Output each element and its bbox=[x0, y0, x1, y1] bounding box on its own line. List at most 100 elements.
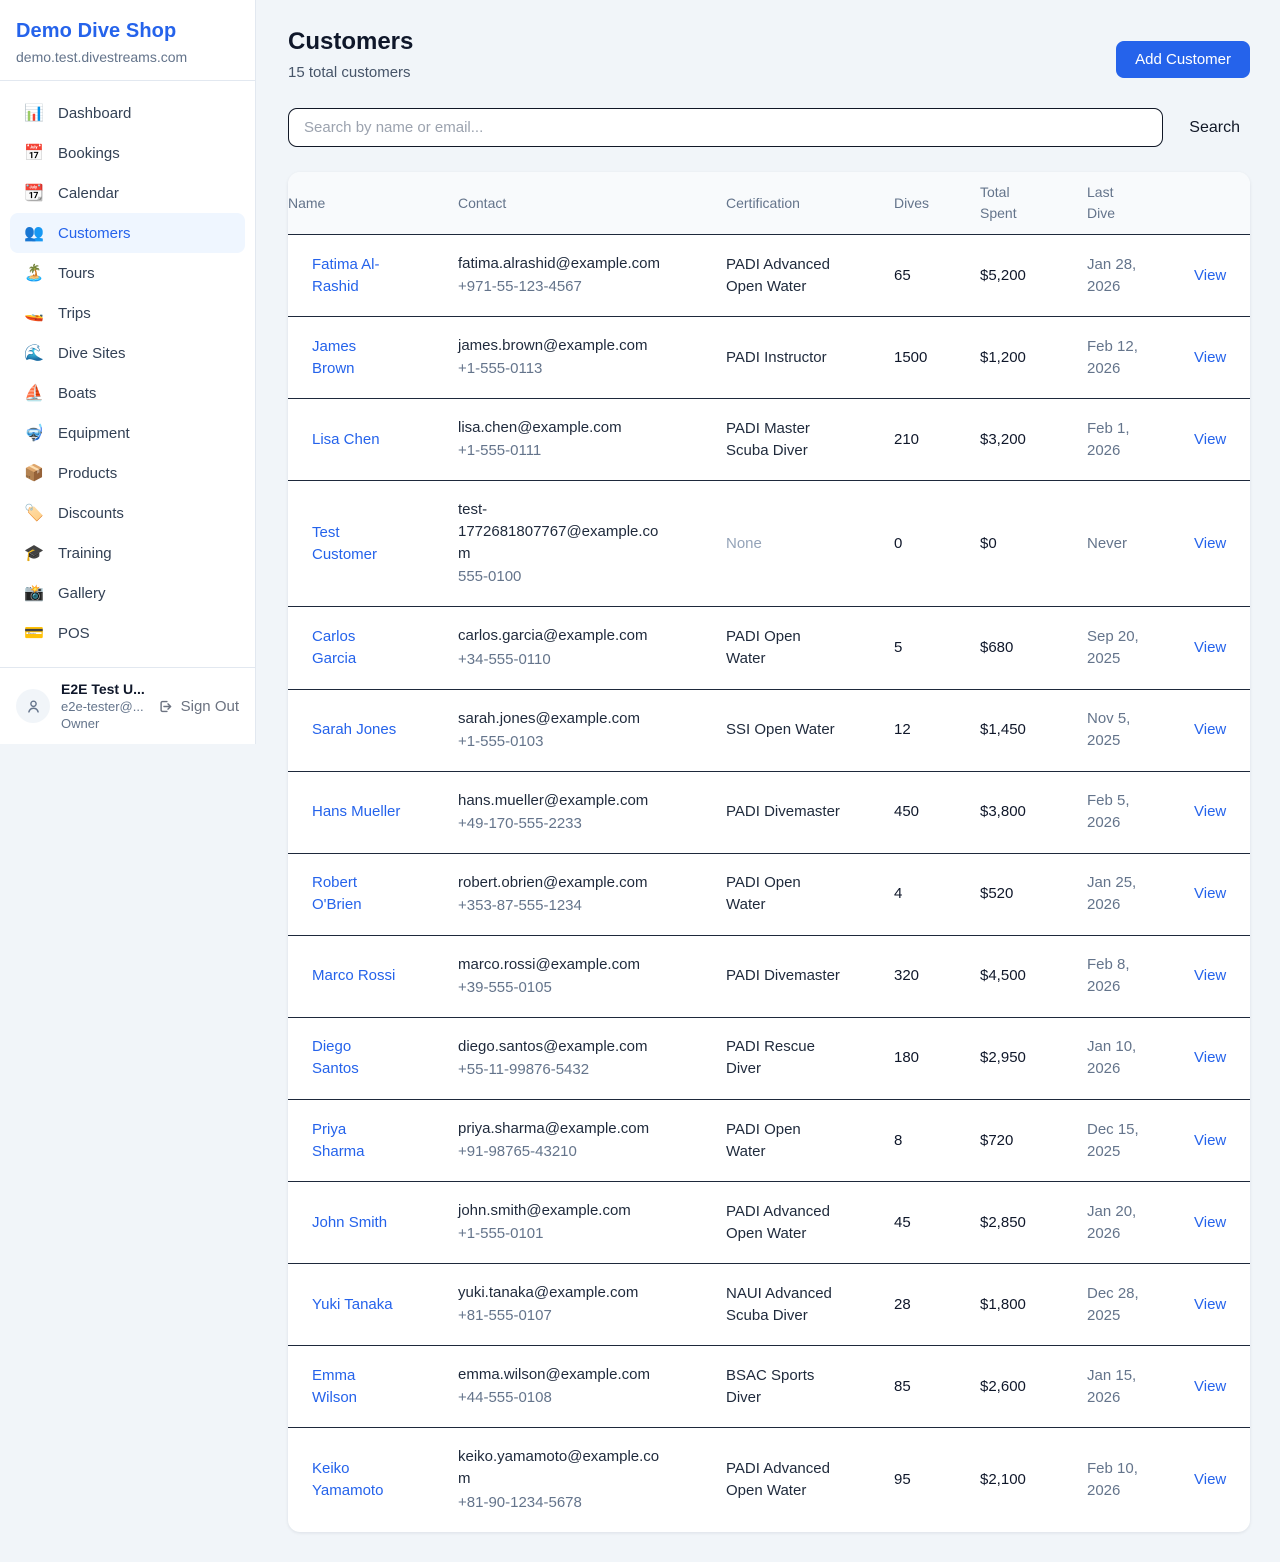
nav-item-icon: 💳 bbox=[24, 623, 44, 643]
customer-name-link[interactable]: Priya Sharma bbox=[312, 1119, 402, 1163]
customer-email: carlos.garcia@example.com bbox=[458, 625, 663, 647]
table-row: Sarah Jones sarah.jones@example.com +1-5… bbox=[288, 689, 1250, 771]
sidebar-item[interactable]: 📅 Bookings bbox=[10, 133, 245, 173]
search-button[interactable]: Search bbox=[1179, 119, 1250, 137]
view-customer-link[interactable]: View bbox=[1194, 265, 1250, 287]
customer-total-spent: $0 bbox=[980, 533, 1063, 555]
table-row: Priya Sharma priya.sharma@example.com +9… bbox=[288, 1100, 1250, 1182]
customer-total-spent: $520 bbox=[980, 883, 1063, 905]
customer-name-link[interactable]: Fatima Al-Rashid bbox=[312, 254, 402, 298]
customer-email: marco.rossi@example.com bbox=[458, 954, 663, 976]
customer-name-link[interactable]: Carlos Garcia bbox=[312, 626, 402, 670]
search-input[interactable] bbox=[288, 108, 1163, 147]
add-customer-button[interactable]: Add Customer bbox=[1116, 41, 1250, 78]
view-customer-link[interactable]: View bbox=[1194, 1376, 1250, 1398]
customer-total-spent: $680 bbox=[980, 637, 1063, 659]
sidebar-item[interactable]: 👥 Customers bbox=[10, 213, 245, 253]
sidebar-item[interactable]: 🏝️ Tours bbox=[10, 253, 245, 293]
customer-name-link[interactable]: Sarah Jones bbox=[312, 719, 402, 741]
customer-certification: SSI Open Water bbox=[726, 719, 842, 741]
sidebar-item[interactable]: 🏷️ Discounts bbox=[10, 493, 245, 533]
sidebar-item[interactable]: 📆 Calendar bbox=[10, 173, 245, 213]
customer-dives: 1500 bbox=[894, 347, 956, 369]
customer-last-dive: Nov 5, 2025 bbox=[1087, 708, 1157, 752]
column-header: Last Dive bbox=[1087, 172, 1194, 235]
table-row: Test Customer test-1772681807767@example… bbox=[288, 481, 1250, 607]
customer-name-link[interactable]: Hans Mueller bbox=[312, 801, 402, 823]
view-customer-link[interactable]: View bbox=[1194, 883, 1250, 905]
customer-email: hans.mueller@example.com bbox=[458, 790, 663, 812]
sidebar-item[interactable]: 📦 Products bbox=[10, 453, 245, 493]
customer-last-dive: Feb 1, 2026 bbox=[1087, 418, 1157, 462]
avatar bbox=[16, 689, 50, 723]
view-customer-link[interactable]: View bbox=[1194, 965, 1250, 987]
view-customer-link[interactable]: View bbox=[1194, 1469, 1250, 1491]
customer-certification: PADI Advanced Open Water bbox=[726, 1201, 842, 1245]
view-customer-link[interactable]: View bbox=[1194, 1294, 1250, 1316]
nav-item-icon: 🏷️ bbox=[24, 503, 44, 523]
table-row: Emma Wilson emma.wilson@example.com +44-… bbox=[288, 1346, 1250, 1428]
customer-name-link[interactable]: Marco Rossi bbox=[312, 965, 402, 987]
customer-total-spent: $1,800 bbox=[980, 1294, 1063, 1316]
customer-phone: +1-555-0113 bbox=[458, 358, 702, 380]
customers-table-card: Name Contact Certification Dives Total S… bbox=[288, 172, 1250, 1532]
customer-total-spent: $3,200 bbox=[980, 429, 1063, 451]
customer-dives: 4 bbox=[894, 883, 956, 905]
customer-certification: PADI Open Water bbox=[726, 1119, 842, 1163]
sidebar-item[interactable]: 💳 POS bbox=[10, 613, 245, 653]
view-customer-link[interactable]: View bbox=[1194, 801, 1250, 823]
customer-email: lisa.chen@example.com bbox=[458, 417, 663, 439]
user-role: Owner bbox=[61, 716, 146, 731]
table-row: Lisa Chen lisa.chen@example.com +1-555-0… bbox=[288, 399, 1250, 481]
customer-phone: +1-555-0103 bbox=[458, 731, 702, 753]
sidebar-item-label: Trips bbox=[58, 305, 91, 322]
customer-phone: +44-555-0108 bbox=[458, 1387, 702, 1409]
customer-name-link[interactable]: James Brown bbox=[312, 336, 402, 380]
sign-out-button[interactable]: Sign Out bbox=[157, 698, 239, 715]
sidebar-item[interactable]: 🤿 Equipment bbox=[10, 413, 245, 453]
nav-item-icon: 👥 bbox=[24, 223, 44, 243]
customer-dives: 45 bbox=[894, 1212, 956, 1234]
table-row: Hans Mueller hans.mueller@example.com +4… bbox=[288, 771, 1250, 853]
view-customer-link[interactable]: View bbox=[1194, 429, 1250, 451]
customer-name-link[interactable]: Keiko Yamamoto bbox=[312, 1458, 402, 1502]
customer-email: fatima.alrashid@example.com bbox=[458, 253, 663, 275]
customer-dives: 8 bbox=[894, 1130, 956, 1152]
sidebar-item-label: Gallery bbox=[58, 585, 106, 602]
view-customer-link[interactable]: View bbox=[1194, 1212, 1250, 1234]
customer-phone: +39-555-0105 bbox=[458, 977, 702, 999]
customer-name-link[interactable]: Diego Santos bbox=[312, 1036, 402, 1080]
page-title: Customers bbox=[288, 28, 413, 56]
view-customer-link[interactable]: View bbox=[1194, 533, 1250, 555]
view-customer-link[interactable]: View bbox=[1194, 347, 1250, 369]
view-customer-link[interactable]: View bbox=[1194, 1130, 1250, 1152]
view-customer-link[interactable]: View bbox=[1194, 637, 1250, 659]
nav-item-icon: 🌊 bbox=[24, 343, 44, 363]
sidebar-item[interactable]: 🌊 Dive Sites bbox=[10, 333, 245, 373]
customer-dives: 95 bbox=[894, 1469, 956, 1491]
customer-name-link[interactable]: Robert O'Brien bbox=[312, 872, 402, 916]
sidebar-item[interactable]: ⛵ Boats bbox=[10, 373, 245, 413]
customer-name-link[interactable]: Test Customer bbox=[312, 522, 402, 566]
customer-phone: +91-98765-43210 bbox=[458, 1141, 702, 1163]
customer-phone: +34-555-0110 bbox=[458, 649, 702, 671]
sidebar-item[interactable]: 🚤 Trips bbox=[10, 293, 245, 333]
sidebar-item[interactable]: 📊 Dashboard bbox=[10, 93, 245, 133]
customer-email: john.smith@example.com bbox=[458, 1200, 663, 1222]
nav-item-icon: 📅 bbox=[24, 143, 44, 163]
customer-name-link[interactable]: Yuki Tanaka bbox=[312, 1294, 402, 1316]
table-header: Name Contact Certification Dives Total S… bbox=[288, 172, 1250, 235]
customer-certification: PADI Rescue Diver bbox=[726, 1036, 842, 1080]
sidebar-item[interactable]: 📸 Gallery bbox=[10, 573, 245, 613]
column-header bbox=[1194, 172, 1250, 235]
view-customer-link[interactable]: View bbox=[1194, 719, 1250, 741]
sidebar-item[interactable]: 🎓 Training bbox=[10, 533, 245, 573]
customer-dives: 85 bbox=[894, 1376, 956, 1398]
customer-name-link[interactable]: Lisa Chen bbox=[312, 429, 402, 451]
table-body: Fatima Al-Rashid fatima.alrashid@example… bbox=[288, 235, 1250, 1532]
customer-name-link[interactable]: John Smith bbox=[312, 1212, 402, 1234]
customer-name-link[interactable]: Emma Wilson bbox=[312, 1365, 402, 1409]
customer-email: james.brown@example.com bbox=[458, 335, 663, 357]
customer-phone: +81-555-0107 bbox=[458, 1305, 702, 1327]
view-customer-link[interactable]: View bbox=[1194, 1047, 1250, 1069]
